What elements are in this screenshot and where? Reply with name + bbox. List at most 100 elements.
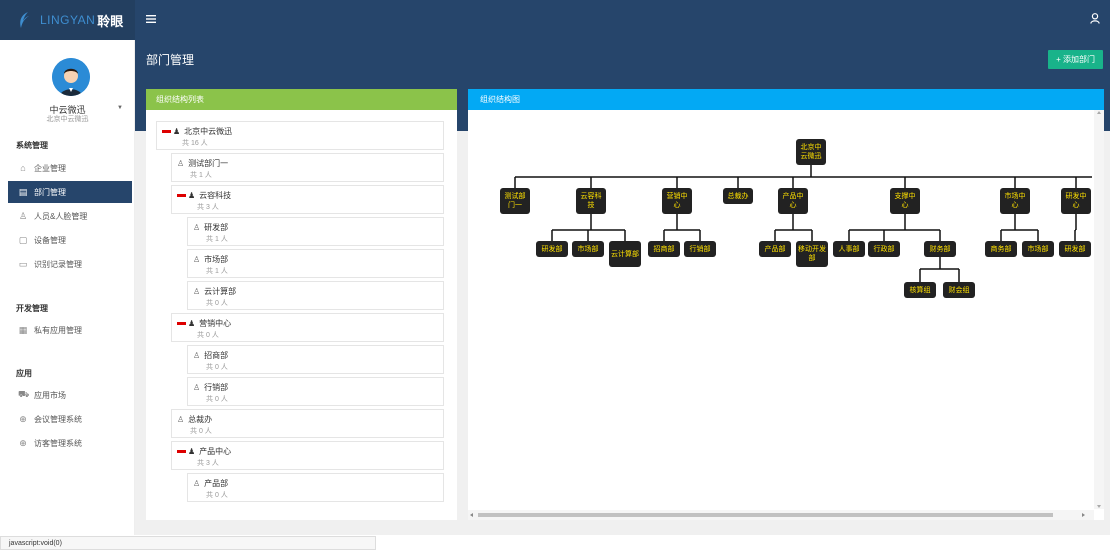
org-chart-node[interactable]: 研发部 <box>1059 241 1091 257</box>
tree-node[interactable]: ♙ 产品部共 0 人 <box>187 473 444 502</box>
org-chart-node[interactable]: 产品中心 <box>778 188 808 214</box>
tree-node[interactable]: ♟ 产品中心共 3 人 <box>171 441 444 470</box>
org-chart-node[interactable]: 财务部 <box>924 241 956 257</box>
tree-node[interactable]: ♙ 市场部共 1 人 <box>187 249 444 278</box>
org-chart-node[interactable]: 测试部门一 <box>500 188 530 214</box>
tree-node[interactable]: ♟ 北京中云微迅共 16 人 <box>156 121 444 150</box>
org-chart-node[interactable]: 产品部 <box>759 241 791 257</box>
org-chart-node[interactable]: 市场中心 <box>1000 188 1030 214</box>
org-list-panel: 组织结构列表 ♟ 北京中云微迅共 16 人 ♙ 测试部门一共 1 人 ♟ 云容科技共 3 … <box>146 89 457 520</box>
tree-node-label: 研发部 <box>204 223 229 232</box>
org-chart-node[interactable]: 营销中心 <box>662 188 692 214</box>
horizontal-scrollbar[interactable] <box>468 510 1094 520</box>
org-chart-connectors <box>514 165 1092 282</box>
tree-node-count: 共 0 人 <box>206 396 228 403</box>
person-icon: ♙ <box>193 287 201 296</box>
cart-icon: ⛟ <box>18 389 30 399</box>
tree-node-label: 产品中心 <box>199 447 232 456</box>
brand[interactable]: LINGYAN 聆眼 <box>0 0 135 40</box>
org-chart-node[interactable]: 研发中心 <box>1061 188 1091 214</box>
tree-node-count: 共 1 人 <box>190 172 212 179</box>
org-chart-node[interactable]: 总裁办 <box>723 188 753 204</box>
tree-node-count: 共 1 人 <box>206 268 228 275</box>
device-icon: ▢ <box>18 234 28 245</box>
org-chart-node[interactable]: 研发部 <box>536 241 568 257</box>
sidebar-item[interactable]: ▤ 部门管理 <box>8 181 132 203</box>
person-icon: ♙ <box>177 415 185 424</box>
box-icon: ⊕ <box>19 437 27 448</box>
org-chart-node[interactable]: 市场部 <box>572 241 604 257</box>
sidebar-item[interactable]: ▦ 私有应用管理 <box>8 319 132 341</box>
tree-node-label: 行销部 <box>204 383 229 392</box>
org-chart-node[interactable]: 北京中云微迅 <box>796 139 826 165</box>
sidebar-item-label: 会议管理系统 <box>34 414 82 424</box>
tree-node[interactable]: ♙ 招商部共 0 人 <box>187 345 444 374</box>
group-icon: ♟ <box>188 191 196 200</box>
tree-node-label: 营销中心 <box>199 319 232 328</box>
caret-down-icon[interactable]: ▼ <box>117 105 123 111</box>
person-icon: ♙ <box>193 223 201 232</box>
sidebar-item[interactable]: ♙ 人员&人脸管理 <box>8 205 132 227</box>
tree-node-label: 市场部 <box>204 255 229 264</box>
sidebar-item[interactable]: ⊕ 访客管理系统 <box>8 432 132 454</box>
sidebar-item[interactable]: ⌂ 企业管理 <box>8 157 132 179</box>
tree-node-count: 共 3 人 <box>197 460 219 467</box>
tree-node-count: 共 0 人 <box>197 332 219 339</box>
collapse-icon[interactable] <box>162 130 171 133</box>
box-icon: ⊕ <box>19 413 27 424</box>
tree-node[interactable]: ♙ 总裁办共 0 人 <box>171 409 444 438</box>
org-chart-node[interactable]: 云容科技 <box>576 188 606 214</box>
person-icon: ♙ <box>193 383 201 392</box>
hamburger-icon[interactable] <box>146 13 156 27</box>
group-icon: ♟ <box>173 127 181 136</box>
org-chart-node[interactable]: 支撑中心 <box>890 188 920 214</box>
vertical-scrollbar[interactable] <box>1094 110 1104 509</box>
org-tree: ♟ 北京中云微迅共 16 人 ♙ 测试部门一共 1 人 ♟ 云容科技共 3 人 ♙ 研发部共 … <box>156 121 446 511</box>
collapse-icon[interactable] <box>177 194 186 197</box>
sidebar-section-title: 应用 <box>16 369 32 378</box>
avatar[interactable] <box>52 58 90 96</box>
tree-node[interactable]: ♙ 测试部门一共 1 人 <box>171 153 444 182</box>
add-department-button[interactable]: + 添加部门 <box>1048 50 1103 69</box>
org-list-panel-title: 组织结构列表 <box>146 89 457 110</box>
tree-node[interactable]: ♙ 行销部共 0 人 <box>187 377 444 406</box>
org-chart-node[interactable]: 招商部 <box>648 241 680 257</box>
tree-node-label: 云容科技 <box>199 191 232 200</box>
brand-name-en: LINGYAN <box>40 13 96 27</box>
sidebar-item[interactable]: ▭ 识别记录管理 <box>8 253 132 275</box>
org-chart-node[interactable]: 云计算部 <box>609 241 641 267</box>
apps-grid-icon: ▦ <box>18 324 28 335</box>
org-chart-node[interactable]: 核算组 <box>904 282 936 298</box>
user-org: 北京中云微迅 <box>46 116 89 123</box>
org-chart-panel-title: 组织结构图 <box>468 89 1104 110</box>
sidebar-section-title: 开发管理 <box>16 304 48 313</box>
sidebar-item[interactable]: ⊕ 会议管理系统 <box>8 408 132 430</box>
tree-node-label: 产品部 <box>204 479 229 488</box>
org-chart-node[interactable]: 市场部 <box>1022 241 1054 257</box>
org-chart-node[interactable]: 移动开发部 <box>796 241 828 267</box>
user-icon[interactable] <box>1090 13 1100 26</box>
group-icon: ♟ <box>188 447 196 456</box>
tree-node-count: 共 0 人 <box>206 300 228 307</box>
tree-node[interactable]: ♟ 营销中心共 0 人 <box>171 313 444 342</box>
tree-node[interactable]: ♟ 云容科技共 3 人 <box>171 185 444 214</box>
org-chart-node[interactable]: 财会组 <box>943 282 975 298</box>
org-chart-node[interactable]: 行政部 <box>868 241 900 257</box>
org-chart-node[interactable]: 人事部 <box>833 241 865 257</box>
sidebar-item-label: 访客管理系统 <box>34 438 82 448</box>
sidebar-item-label: 部门管理 <box>34 187 66 197</box>
sidebar-item[interactable]: ▢ 设备管理 <box>8 229 132 251</box>
org-chart: 北京中云微迅 测试部门一 云容科技 研发部 市场部 云计算部 营销中心 招商部 行销部 总裁办 产品… <box>468 110 1092 509</box>
org-chart-node[interactable]: 行销部 <box>684 241 716 257</box>
top-navbar: LINGYAN 聆眼 <box>0 0 1110 40</box>
collapse-icon[interactable] <box>177 450 186 453</box>
sidebar-item[interactable]: ⛟ 应用市场 <box>8 384 132 406</box>
tree-node-count: 共 3 人 <box>197 204 219 211</box>
org-chart-node[interactable]: 商务部 <box>985 241 1017 257</box>
collapse-icon[interactable] <box>177 322 186 325</box>
person-icon: ♙ <box>193 351 201 360</box>
tree-node[interactable]: ♙ 云计算部共 0 人 <box>187 281 444 310</box>
tree-node[interactable]: ♙ 研发部共 1 人 <box>187 217 444 246</box>
tree-node-label: 测试部门一 <box>188 159 229 168</box>
sidebar-item-label: 设备管理 <box>34 235 66 245</box>
